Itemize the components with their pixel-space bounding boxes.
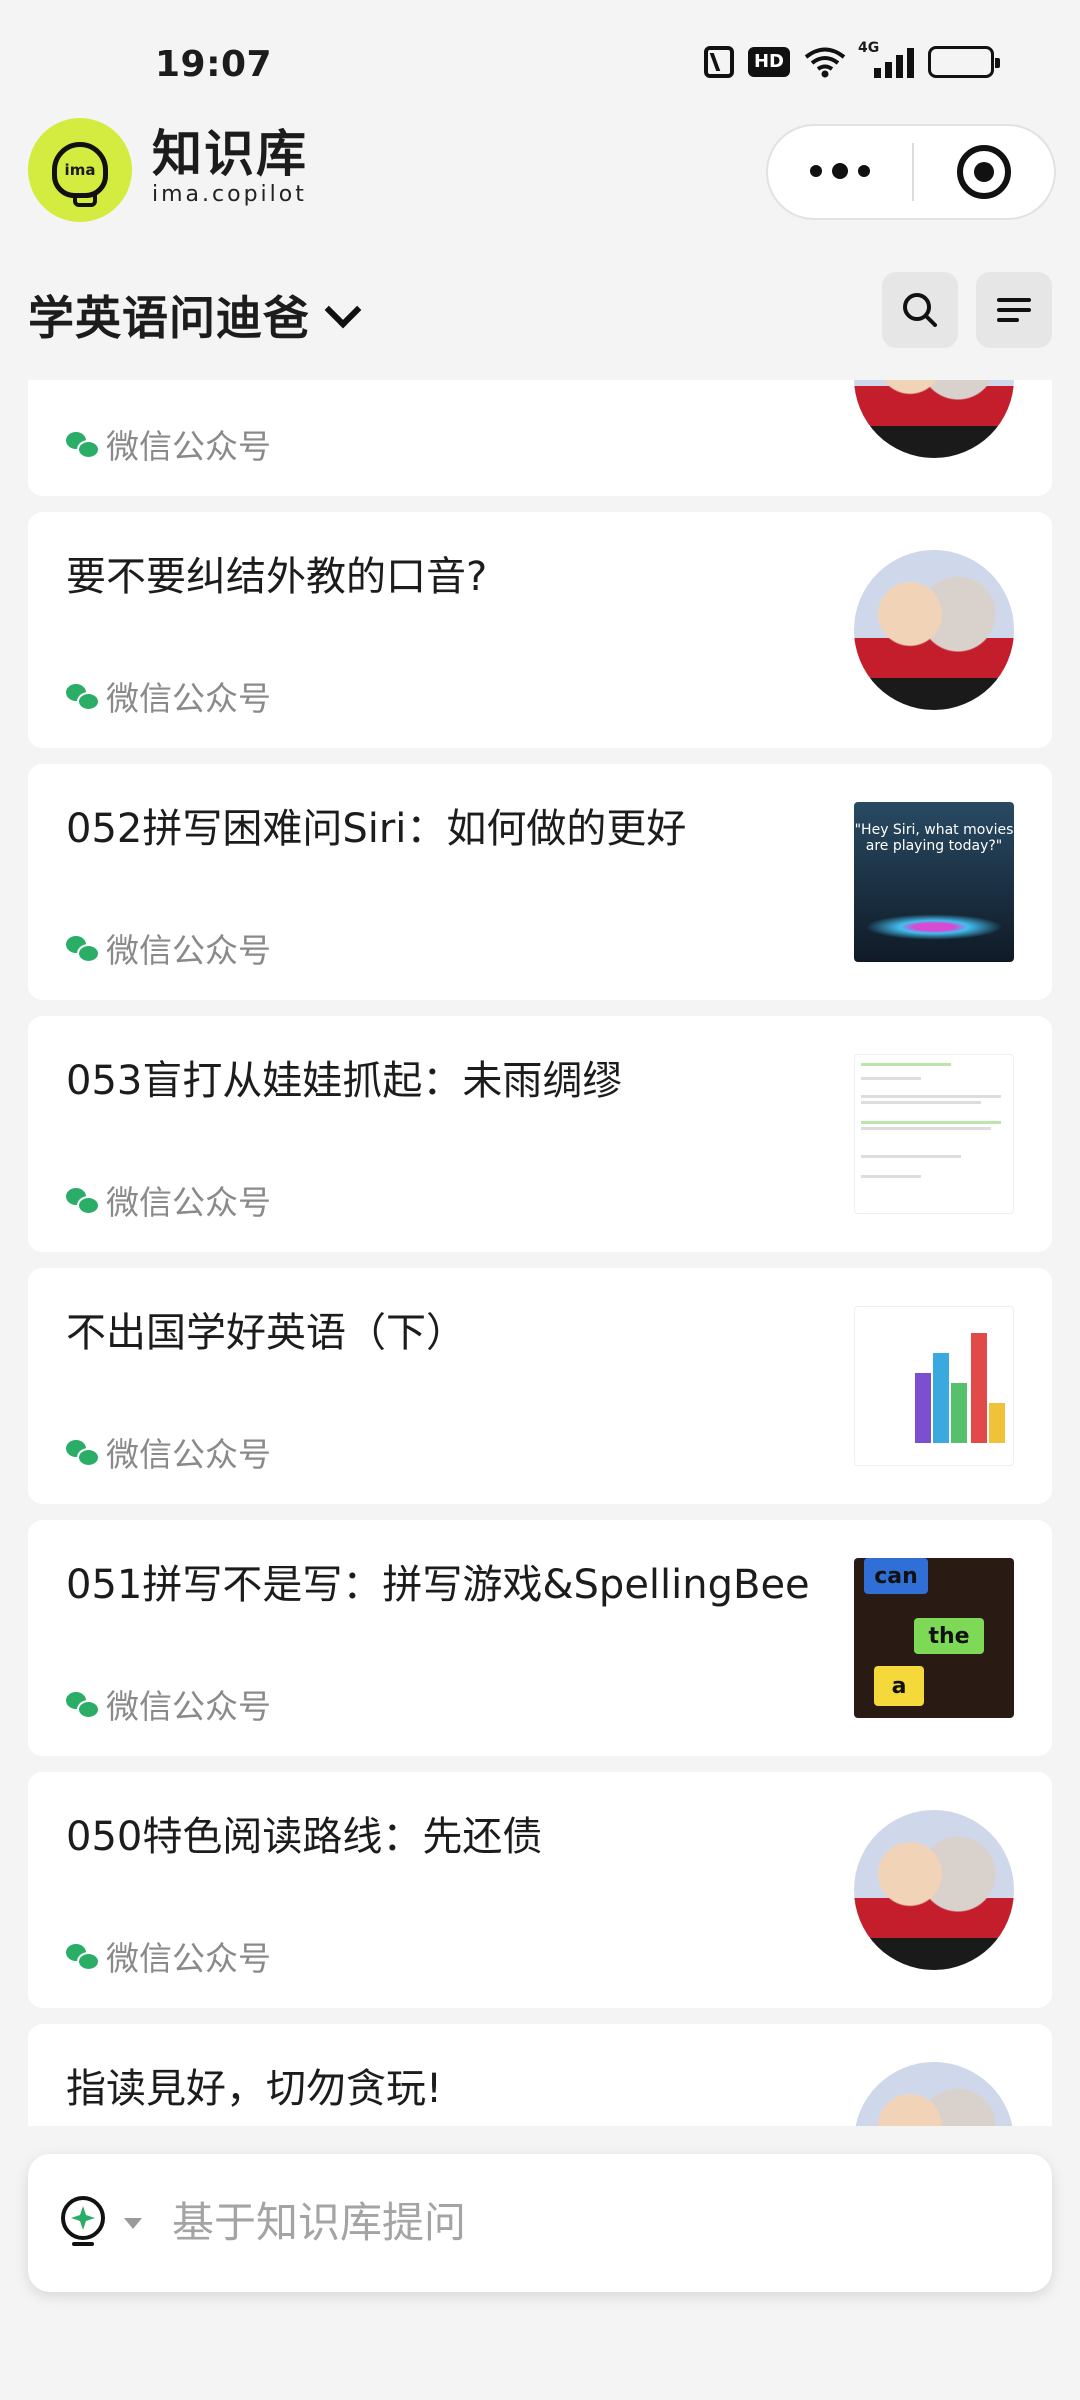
- article-source: 微信公众号: [66, 1428, 271, 1476]
- wechat-icon: [66, 1942, 100, 1971]
- article-title: 052拼写困难问Siri：如何做的更好: [66, 806, 687, 852]
- thumbnail-caption: "Hey Siri, what movies are playing today…: [854, 822, 1014, 854]
- article-source: 微信公众号: [66, 1680, 271, 1728]
- article-card[interactable]: 052拼写困难问Siri：如何做的更好微信公众号 "Hey Siri, what …: [28, 764, 1052, 1000]
- article-thumbnail: "Hey Siri, what movies are playing today…: [854, 802, 1014, 962]
- app-title: 知识库: [152, 125, 308, 183]
- article-title: 051拼写不是写：拼写游戏&SpellingBee: [66, 1562, 810, 1608]
- lightbulb-sparkle-icon[interactable]: [58, 2194, 108, 2252]
- chevron-down-icon: [324, 291, 362, 329]
- nfc-icon: [703, 46, 734, 78]
- article-list[interactable]: 期待孩子的个英文跳出微信公众号要不要纠结外教的口音?微信公众号052拼写困难问S…: [28, 380, 1052, 2126]
- article-title: 053盲打从娃娃抓起：未雨绸缪: [66, 1058, 623, 1104]
- article-list-inner: 期待孩子的个英文跳出微信公众号要不要纠结外教的口音?微信公众号052拼写困难问S…: [28, 380, 1052, 2126]
- wechat-icon: [66, 934, 100, 963]
- wechat-icon: [66, 1690, 100, 1719]
- ask-input-placeholder[interactable]: 基于知识库提问: [172, 2194, 466, 2252]
- article-source-label: 微信公众号: [106, 427, 271, 466]
- wechat-icon: [66, 1186, 100, 1215]
- menu-lines-icon: [997, 298, 1031, 322]
- article-source-label: 微信公众号: [106, 1183, 271, 1222]
- article-source-label: 微信公众号: [106, 1939, 271, 1978]
- article-card[interactable]: 050特色阅读路线：先还债微信公众号: [28, 1772, 1052, 2008]
- wechat-icon: [66, 1438, 100, 1467]
- more-options-button[interactable]: [768, 163, 912, 179]
- lightbulb-icon: ima: [52, 142, 108, 207]
- wechat-icon: [66, 682, 100, 711]
- article-thumbnail: [854, 1306, 1014, 1466]
- article-title: 不出国学好英语（下）: [66, 1310, 466, 1356]
- article-source: 微信公众号: [66, 1176, 271, 1224]
- battery-icon: [928, 46, 1000, 78]
- article-card[interactable]: 053盲打从娃娃抓起：未雨绸缪微信公众号: [28, 1016, 1052, 1252]
- article-source-label: 微信公众号: [106, 1687, 271, 1726]
- article-card[interactable]: 要不要纠结外教的口音? 微信公众号: [28, 512, 1052, 748]
- kb-selector[interactable]: 学英语问迪爸: [28, 282, 362, 348]
- search-icon: [903, 293, 937, 327]
- app-header: ima 知识库 ima.copilot: [0, 112, 1080, 262]
- list-menu-button[interactable]: [976, 272, 1052, 348]
- article-thumbnail: [854, 380, 1014, 458]
- miniprogram-capsule: [766, 124, 1056, 220]
- article-card[interactable]: 051拼写不是写：拼写游戏&SpellingBee 微信公众号 can the a: [28, 1520, 1052, 1756]
- app-logo: ima: [28, 118, 132, 222]
- article-thumbnail: [854, 1054, 1014, 1214]
- article-source-label: 微信公众号: [106, 679, 271, 718]
- target-icon: [957, 145, 1011, 199]
- article-card[interactable]: 指读見好，切勿贪玩!微信公众号: [28, 2024, 1052, 2126]
- status-time: 19:07: [155, 44, 273, 85]
- article-title: 指读見好，切勿贪玩!: [66, 2066, 443, 2112]
- article-card[interactable]: 不出国学好英语（下） 微信公众号: [28, 1268, 1052, 1504]
- status-icons: HD 4G: [703, 40, 1000, 78]
- close-miniprogram-button[interactable]: [914, 145, 1054, 199]
- search-button[interactable]: [882, 272, 958, 348]
- app-subtitle: ima.copilot: [152, 182, 307, 207]
- article-thumbnail: [854, 2062, 1014, 2126]
- network-type-label: 4G: [858, 40, 880, 56]
- wechat-icon: [66, 430, 100, 459]
- article-thumbnail: [854, 1810, 1014, 1970]
- cellular-signal-icon: 4G: [858, 40, 914, 78]
- kb-name: 学英语问迪爸: [28, 291, 310, 345]
- logo-text: ima: [64, 161, 96, 179]
- article-source: 微信公众号: [66, 1932, 271, 1980]
- brand: 知识库 ima.copilot: [152, 126, 308, 208]
- article-thumbnail: can the a: [854, 1558, 1014, 1718]
- letter-block: the: [914, 1618, 984, 1654]
- wifi-icon: [804, 46, 846, 78]
- article-source: 微信公众号: [66, 924, 271, 972]
- letter-block: can: [864, 1558, 928, 1594]
- knowledge-base-bar: 学英语问迪爸: [0, 262, 1080, 380]
- article-source: 微信公众号: [66, 420, 271, 468]
- ask-input-bar[interactable]: 基于知识库提问: [28, 2154, 1052, 2292]
- letter-block: a: [874, 1666, 924, 1706]
- article-source-label: 微信公众号: [106, 1435, 271, 1474]
- hd-badge: HD: [747, 47, 790, 77]
- article-title: 要不要纠结外教的口音?: [66, 554, 488, 600]
- model-dropdown-caret-icon[interactable]: [124, 2218, 142, 2229]
- article-thumbnail: [854, 550, 1014, 710]
- article-source-label: 微信公众号: [106, 931, 271, 970]
- article-card[interactable]: 期待孩子的个英文跳出微信公众号: [28, 380, 1052, 496]
- status-bar: 19:07 HD 4G: [0, 0, 1080, 110]
- article-source: 微信公众号: [66, 672, 271, 720]
- article-title: 050特色阅读路线：先还债: [66, 1814, 543, 1860]
